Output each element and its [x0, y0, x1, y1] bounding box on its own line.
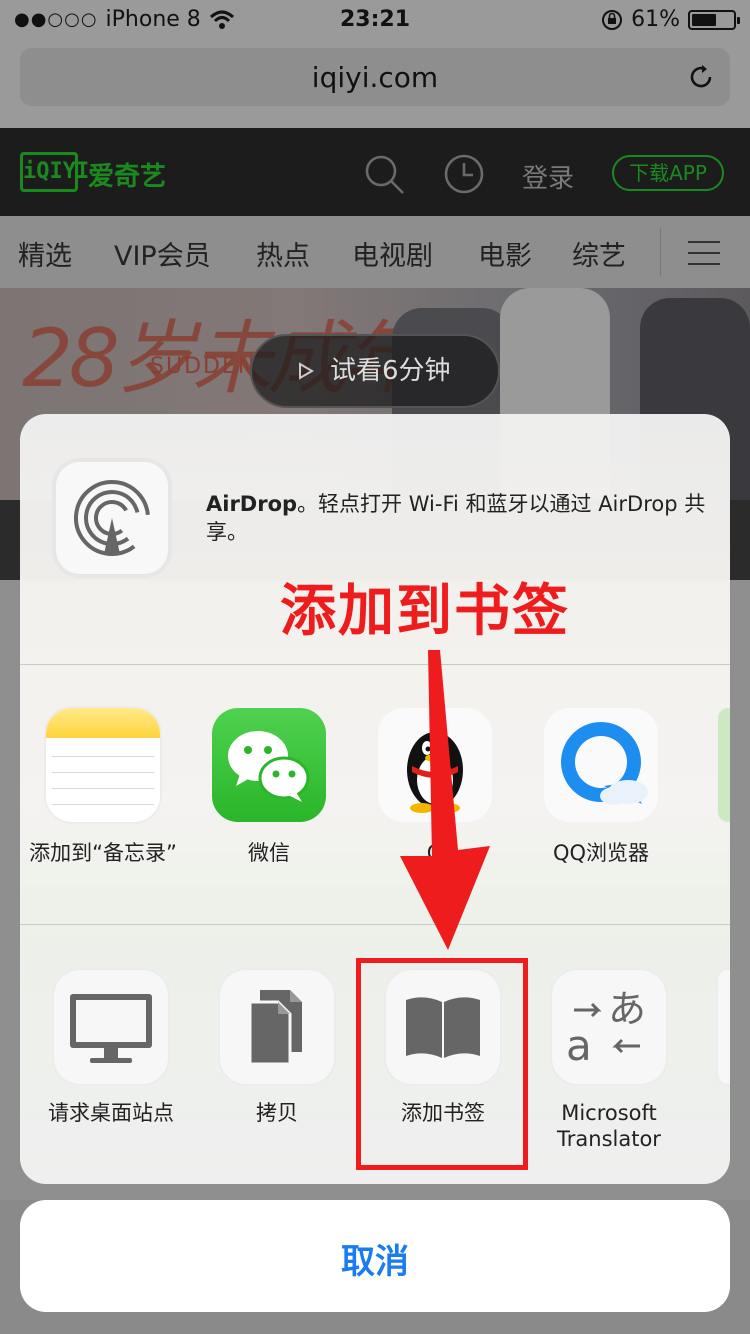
nav-tab-vip[interactable]: VIP会员 — [114, 234, 211, 273]
cancel-label: 取消 — [341, 1242, 409, 1282]
copy-icon — [220, 970, 334, 1084]
notes-icon — [46, 708, 160, 822]
menu-icon[interactable] — [684, 238, 724, 268]
airdrop-description: AirDrop。轻点打开 Wi-Fi 和蓝牙以通过 AirDrop 共享。 — [206, 490, 706, 546]
airdrop-title: AirDrop — [206, 492, 298, 516]
play-icon — [299, 362, 314, 380]
nav-divider — [660, 228, 661, 276]
banner-subtitle-art: SUDDEN — [150, 354, 257, 379]
battery-percent: 61% — [631, 7, 680, 32]
action-label: 拷贝 — [256, 1101, 298, 1125]
notes-icon-line — [52, 804, 154, 805]
search-icon[interactable] — [362, 152, 406, 196]
nav-tab-variety[interactable]: 综艺 — [572, 234, 626, 273]
action-label: Microsoft Translator — [557, 1101, 661, 1151]
qq-browser-icon — [544, 708, 658, 822]
airdrop-tile[interactable] — [56, 462, 168, 574]
notes-icon-line — [52, 772, 154, 773]
status-bar: ●●○○○ iPhone 8 23:21 61% — [0, 0, 750, 40]
row-divider — [20, 664, 730, 665]
status-right: 61% — [601, 7, 740, 32]
action-icon-partial — [718, 970, 730, 1084]
svg-text:あ: あ — [608, 987, 646, 1031]
logo-text: 爱奇艺 — [88, 162, 167, 192]
login-link[interactable]: 登录 — [522, 158, 574, 195]
nav-tab-tv[interactable]: 电视剧 — [352, 234, 433, 273]
battery-fill — [692, 13, 717, 26]
notes-icon-line — [52, 756, 154, 757]
share-app-label: 添加到“备忘录” — [29, 841, 177, 865]
address-bar[interactable]: iqiyi.com — [20, 48, 730, 106]
url-text: iqiyi.com — [311, 61, 439, 94]
annotation-highlight-box — [356, 958, 528, 1170]
nav-tab-featured[interactable]: 精选 — [18, 234, 72, 273]
annotation-title: 添加到书签 — [280, 579, 570, 644]
reload-icon[interactable] — [686, 62, 716, 92]
wechat-icon — [212, 708, 326, 822]
history-clock-icon[interactable] — [442, 152, 486, 196]
share-app-label: QQ浏览器 — [552, 841, 650, 865]
trial-watch-button[interactable]: 试看6分钟 — [250, 334, 500, 408]
notes-icon-header — [46, 708, 160, 738]
svg-text:a: a — [566, 1021, 592, 1070]
app-icon-partial — [718, 708, 730, 822]
site-header: iQIYI 爱奇艺 登录 下载APP — [0, 128, 750, 216]
desktop-icon — [54, 970, 168, 1084]
iqiyi-logo-icon[interactable]: iQIYI — [20, 152, 89, 192]
translator-icon: あ a — [552, 970, 666, 1084]
channel-nav: 精选 VIP会员 热点 电视剧 电影 综艺 — [0, 216, 750, 288]
browser-toolbar: iqiyi.com — [0, 40, 750, 128]
action-label: 请求桌面站点 — [48, 1101, 174, 1125]
nav-tab-hot[interactable]: 热点 — [256, 234, 310, 273]
nav-tab-movie[interactable]: 电影 — [478, 234, 532, 273]
battery-icon — [688, 9, 740, 30]
cancel-button[interactable]: 取消 — [20, 1200, 730, 1312]
share-app-label: 微信 — [248, 841, 290, 865]
download-app-button[interactable]: 下载APP — [612, 155, 724, 191]
annotation-arrow-down-icon — [400, 650, 490, 950]
orientation-lock-icon — [602, 9, 623, 30]
airdrop-icon — [74, 480, 150, 556]
row-divider — [20, 924, 730, 925]
notes-icon-line — [52, 788, 154, 789]
